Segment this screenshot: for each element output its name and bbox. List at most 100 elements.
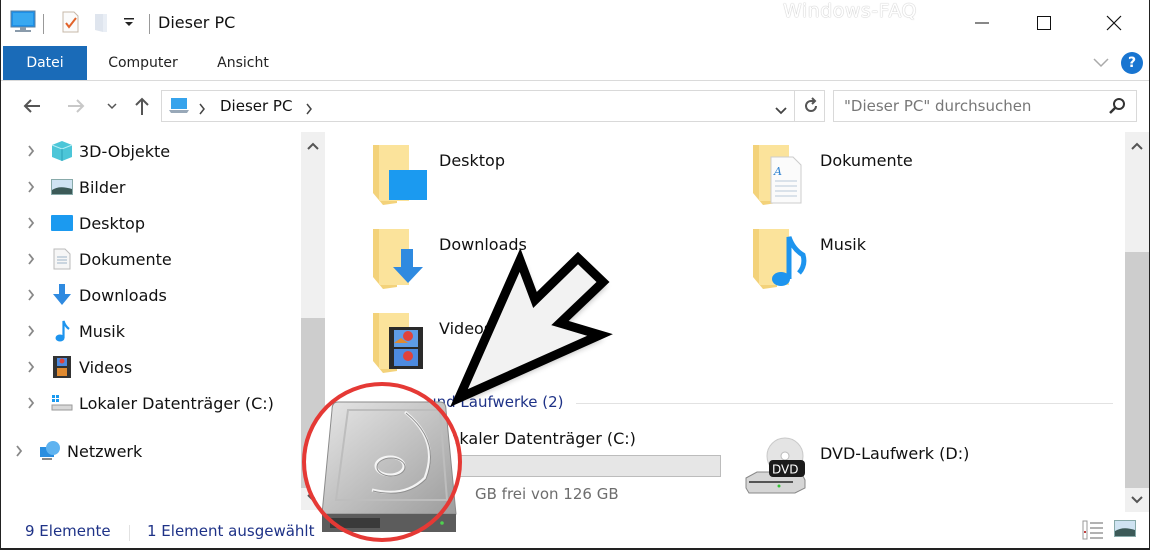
music-folder-icon	[753, 229, 807, 289]
this-pc-icon	[10, 10, 36, 38]
address-dropdown-icon[interactable]	[774, 101, 788, 120]
expand-chevron-icon[interactable]	[23, 289, 39, 301]
folder-downloads[interactable]: Downloads	[371, 227, 671, 307]
drive-c-usage-bar	[441, 455, 721, 477]
ribbon-tabs: Datei Computer Ansicht	[1, 46, 1149, 81]
expand-chevron-icon[interactable]	[23, 181, 39, 193]
drive-d[interactable]: DVD DVD-Laufwerk (D:)	[743, 430, 1083, 500]
downloads-folder-icon	[373, 229, 423, 289]
sidebar-item-downloads[interactable]: Downloads	[23, 280, 167, 310]
videos-icon	[51, 356, 73, 378]
folder-musik[interactable]: Musik	[751, 227, 1051, 307]
close-button[interactable]	[1083, 0, 1145, 46]
help-button[interactable]: ?	[1121, 52, 1143, 74]
scrollbar-thumb[interactable]	[1125, 252, 1149, 488]
section-divider	[576, 403, 1113, 404]
refresh-button[interactable]	[794, 91, 826, 121]
separator	[43, 14, 44, 34]
maximize-icon	[1037, 16, 1051, 30]
refresh-icon	[804, 97, 817, 112]
expand-chevron-icon[interactable]	[11, 445, 27, 457]
chevron-down-icon	[107, 103, 117, 110]
svg-text:A: A	[773, 165, 782, 178]
breadcrumb-chevron-icon[interactable]	[305, 100, 313, 119]
minimize-button[interactable]	[951, 0, 1013, 46]
large-icons-view-icon	[1114, 520, 1136, 537]
dvd-drive-icon: DVD	[745, 437, 806, 494]
breadcrumb-dieser-pc[interactable]: Dieser PC	[220, 97, 292, 115]
recent-locations-button[interactable]	[103, 94, 121, 118]
scroll-up-icon[interactable]	[301, 136, 325, 156]
scroll-down-icon[interactable]	[1125, 490, 1149, 510]
desktop-icon	[51, 212, 73, 234]
details-view-button[interactable]	[1082, 519, 1106, 541]
svg-text:DVD: DVD	[772, 463, 798, 477]
expand-chevron-icon[interactable]	[23, 361, 39, 373]
sidebar-item-lokaler-datentraeger[interactable]: Lokaler Datenträger (C:)	[23, 388, 274, 418]
search-input[interactable]	[834, 91, 1104, 121]
tab-datei[interactable]: Datei	[3, 46, 87, 80]
desktop-folder-icon	[373, 145, 427, 205]
drive-c-free-space: GB frei von 126 GB	[475, 485, 619, 503]
status-bar: 9 Elemente 1 Element ausgewählt	[1, 515, 1149, 548]
network-icon	[39, 440, 61, 462]
search-icon[interactable]	[1108, 97, 1126, 119]
watermark: Windows-FAQ	[783, 0, 917, 22]
back-button[interactable]	[19, 94, 45, 118]
expand-chevron-icon[interactable]	[23, 145, 39, 157]
maximize-button[interactable]	[1013, 0, 1075, 46]
search-box	[833, 90, 1137, 122]
folder-videos[interactable]: Videos	[371, 311, 671, 391]
folder-desktop[interactable]: Desktop	[371, 143, 671, 223]
documents-folder-icon: A	[753, 145, 802, 205]
customize-dropdown-icon[interactable]	[123, 14, 135, 34]
tab-ansicht[interactable]: Ansicht	[199, 46, 287, 80]
navigation-pane-scrollbar[interactable]	[301, 132, 325, 510]
item-count: 9 Elemente	[25, 522, 111, 540]
downloads-icon	[51, 284, 73, 306]
separator	[149, 14, 150, 34]
title-bar: Dieser PC Windows-FAQ	[1, 0, 1149, 46]
folder-dokumente[interactable]: A Dokumente	[751, 143, 1051, 223]
tab-computer[interactable]: Computer	[93, 46, 193, 80]
selection-count: 1 Element ausgewählt	[147, 522, 315, 540]
properties-icon[interactable]	[61, 10, 81, 38]
sidebar-item-dokumente[interactable]: Dokumente	[23, 244, 172, 274]
up-arrow-icon	[135, 97, 149, 115]
sidebar-item-videos[interactable]: Videos	[23, 352, 132, 382]
new-folder-icon[interactable]	[93, 10, 109, 38]
back-arrow-icon	[23, 99, 40, 113]
pictures-icon	[51, 176, 73, 198]
breadcrumb-chevron-icon[interactable]	[198, 100, 206, 119]
expand-chevron-icon[interactable]	[23, 253, 39, 265]
forward-button[interactable]	[63, 94, 89, 118]
videos-folder-icon	[373, 313, 423, 373]
documents-icon	[51, 248, 73, 270]
navigation-pane: 3D-Objekte Bilder Desktop Dokumente Down…	[1, 132, 325, 510]
minimize-icon	[975, 22, 989, 24]
sidebar-item-desktop[interactable]: Desktop	[23, 208, 145, 238]
sidebar-item-3d-objekte[interactable]: 3D-Objekte	[23, 136, 170, 166]
sidebar-item-musik[interactable]: Musik	[23, 316, 125, 346]
local-disk-icon	[51, 392, 73, 414]
expand-chevron-icon[interactable]	[23, 325, 39, 337]
expand-chevron-icon[interactable]	[23, 217, 39, 229]
scroll-down-icon[interactable]	[301, 488, 325, 508]
address-bar[interactable]: Dieser PC	[161, 90, 825, 122]
up-button[interactable]	[131, 94, 153, 118]
content-scrollbar[interactable]	[1125, 132, 1149, 512]
forward-arrow-icon	[68, 99, 85, 113]
scroll-up-icon[interactable]	[1125, 136, 1149, 156]
expand-ribbon-icon[interactable]	[1091, 54, 1111, 74]
navigation-bar: Dieser PC	[1, 86, 1149, 126]
sidebar-item-bilder[interactable]: Bilder	[23, 172, 125, 202]
3d-objects-icon	[51, 140, 73, 162]
separator	[129, 525, 130, 541]
large-icons-view-button[interactable]	[1114, 519, 1138, 541]
sidebar-item-netzwerk[interactable]: Netzwerk	[11, 436, 142, 466]
music-icon	[51, 320, 73, 342]
scrollbar-thumb[interactable]	[301, 318, 325, 488]
section-header-drives[interactable]: Geräte und Laufwerke (2)	[371, 393, 564, 411]
expand-chevron-icon[interactable]	[23, 397, 39, 409]
window-title: Dieser PC	[158, 13, 236, 32]
